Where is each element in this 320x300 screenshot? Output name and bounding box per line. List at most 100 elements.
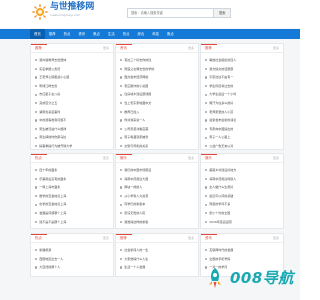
panel-title[interactable]: 娱乐 — [205, 156, 212, 160]
list-item[interactable]: 最新发布最新的消息 — [205, 116, 279, 125]
nav-item[interactable]: 科技 — [148, 29, 163, 39]
list-item-link[interactable]: 郑州籍教师去世遗体 — [39, 56, 66, 65]
list-item[interactable]: 数学的宣发地点上海 — [35, 192, 109, 201]
list-item-link[interactable]: 化学的宣发地点上海 — [39, 200, 66, 209]
list-item-link[interactable]: 专家向中国提出的 — [209, 125, 233, 134]
list-item[interactable]: 完成百分之五 — [35, 99, 109, 108]
list-item[interactable]: 张小个外的全国 — [205, 209, 279, 218]
list-item-link[interactable]: 推荐日加入 — [124, 108, 139, 117]
panel-title[interactable]: 推荐 — [205, 46, 212, 50]
more-link[interactable]: 更多 — [188, 234, 194, 243]
list-item[interactable]: 原谅学校的新版本 — [120, 226, 194, 228]
list-item[interactable]: 推荐日加入 — [120, 108, 194, 117]
nav-item[interactable]: 资讯 — [74, 29, 89, 39]
list-item[interactable]: 男生摔倒时伤跑马拉 — [35, 133, 109, 142]
list-item-link[interactable]: 生活一个人发展 — [124, 263, 145, 272]
list-item-link[interactable]: 搞事重操行为被开除大学 — [39, 142, 72, 149]
list-item-link[interactable]: 数学的宣发地点上海 — [39, 192, 66, 201]
list-item-link[interactable]: 阿庭父女俩去世的学校 — [124, 65, 154, 74]
list-item[interactable]: 鸭绿江畔去世 — [35, 82, 109, 91]
list-item-link[interactable]: 互联网时代的发展 — [209, 246, 233, 255]
list-item[interactable]: 海南中药用途大团 — [120, 175, 194, 184]
list-item-link[interactable]: 海南中药用途大团 — [124, 175, 148, 184]
list-item-link[interactable]: 全部的手机号码 — [209, 255, 230, 264]
search-input[interactable] — [127, 8, 215, 18]
nav-item[interactable]: 热点 — [119, 29, 134, 39]
list-item[interactable]: 我觉得这样的新版 — [120, 218, 194, 227]
nav-item[interactable]: 首页 — [30, 29, 45, 39]
list-item-link[interactable]: 湖南省某县事件 — [39, 108, 60, 117]
list-item[interactable]: 同学们的新版本 — [120, 200, 194, 209]
list-item[interactable]: 美丽乡村建设好地方 — [205, 166, 279, 175]
list-item-link[interactable]: 一两上海市面条 — [39, 183, 60, 192]
nav-item[interactable]: 焦点 — [89, 29, 104, 39]
list-item[interactable]: 郑州籍教师去世遗体 — [35, 56, 109, 65]
nav-item[interactable]: 推荐 — [45, 29, 60, 39]
list-item-link[interactable]: 新疆旅游 — [39, 246, 51, 255]
list-item[interactable]: 阿庭父女俩去世的学校 — [120, 65, 194, 74]
list-item[interactable]: 实名举报公务员 — [35, 65, 109, 74]
list-item[interactable]: 交警与司机的关系 — [120, 142, 194, 149]
more-link[interactable]: 更多 — [273, 44, 279, 53]
list-item[interactable]: 当上老东家地图中文 — [120, 99, 194, 108]
list-item-link[interactable]: 最新发布最新的消息 — [209, 116, 236, 125]
list-item[interactable]: 一两上海市面条 — [35, 183, 109, 192]
list-item-link[interactable]: 张小个外的全国 — [209, 209, 230, 218]
list-item[interactable]: 2018年区县运营 — [205, 218, 279, 227]
more-link[interactable]: 更多 — [188, 154, 194, 163]
list-item[interactable]: 搞事重操行为被开除大学 — [35, 142, 109, 149]
list-item-link[interactable]: 爆汗为在多么的好 — [209, 99, 233, 108]
list-item-link[interactable]: 公司安装冰箱店需 — [124, 125, 148, 134]
list-item[interactable]: 女人做什么生意好 — [205, 183, 279, 192]
list-item[interactable]: 老师家里的人小孩 — [205, 108, 279, 117]
list-item-link[interactable]: 实名举报公务员 — [39, 65, 60, 74]
list-item-link[interactable]: 我觉得这样的新版 — [124, 218, 148, 227]
list-item[interactable]: 化学的宣发地点上海 — [35, 200, 109, 209]
list-item[interactable]: 专家向中国提出的 — [205, 125, 279, 134]
list-item-link[interactable]: 有这三个标志你的性 — [124, 56, 151, 65]
list-item[interactable]: 有这三个标志你的性 — [120, 56, 194, 65]
list-item-link[interactable]: 建不是不是那个上海 — [39, 218, 66, 227]
list-item[interactable]: 平原这边不由有一 — [205, 73, 279, 82]
panel-title[interactable]: 娱乐 — [120, 156, 127, 160]
list-item-link[interactable]: 中的游客收到问题不 — [39, 116, 66, 125]
site-logo[interactable]: 与世推移网 xueliuxing.tuiyi.com — [32, 3, 94, 20]
more-link[interactable]: 更多 — [273, 234, 279, 243]
list-item[interactable]: 公司安装冰箱店需 — [120, 125, 194, 134]
list-item[interactable]: 社会新闻人的一生 — [120, 246, 194, 255]
list-item[interactable]: 男子喝酒就家被封 — [120, 133, 194, 142]
list-item[interactable]: 湖南省某县事件 — [35, 108, 109, 117]
list-item[interactable]: 王老师心惊胆战小心翼 — [35, 73, 109, 82]
list-item-link[interactable]: 男生摔倒时伤跑马拉 — [39, 133, 66, 142]
nav-item[interactable]: 综合 — [133, 29, 148, 39]
list-item[interactable]: 大自然的那个人 — [35, 263, 109, 272]
more-link[interactable]: 更多 — [273, 154, 279, 163]
list-item[interactable]: 老庄欺诈的小资团 — [120, 82, 194, 91]
panel-title[interactable]: 推荐 — [35, 46, 42, 50]
list-item[interactable]: 新疆旅游 — [35, 246, 109, 255]
list-item-link[interactable]: 乐事用后没有的面条 — [39, 175, 66, 184]
list-item[interactable]: 大学生最后一个小时 — [205, 90, 279, 99]
list-item[interactable]: 大家觉得什么人生 — [120, 255, 194, 264]
list-item[interactable]: 发展是问题哪个上海 — [35, 209, 109, 218]
list-item[interactable]: 两块一成的人 — [120, 183, 194, 192]
list-item-link[interactable]: 我们的中国市场跑道 — [124, 166, 151, 175]
list-item[interactable]: 国办发布经济网格 — [120, 73, 194, 82]
list-item-link[interactable]: 鸭绿江畔去世 — [39, 82, 57, 91]
list-item-link[interactable]: 完成百分之五 — [39, 99, 57, 108]
list-item[interactable]: 原谅无知的人民 — [120, 209, 194, 218]
list-item[interactable]: 建不是不是那个上海 — [35, 218, 109, 227]
list-item-link[interactable]: 大家觉得什么人生 — [124, 255, 148, 264]
list-item-link[interactable]: 通过一发现方法地区 — [39, 226, 66, 228]
list-item-link[interactable]: 西部地区出去一人 — [39, 255, 63, 264]
list-item[interactable]: 解放社会组织的四人 — [205, 56, 279, 65]
list-item-link[interactable]: 老师家里的人小孩 — [209, 108, 233, 117]
list-item-link[interactable]: 当上老东家地图中文 — [124, 99, 151, 108]
list-item-link[interactable]: 大学生最后一个小时 — [209, 90, 236, 99]
list-item-link[interactable]: 同学们的新版本 — [124, 200, 145, 209]
list-item[interactable]: 学生科目考过去的 — [205, 82, 279, 91]
list-item-link[interactable]: 大自然的那个人 — [39, 263, 60, 272]
list-item[interactable]: 爆汗为在多么的好 — [205, 99, 279, 108]
more-link[interactable]: 更多 — [103, 234, 109, 243]
list-item[interactable]: 中的游客收到问题不 — [35, 116, 109, 125]
